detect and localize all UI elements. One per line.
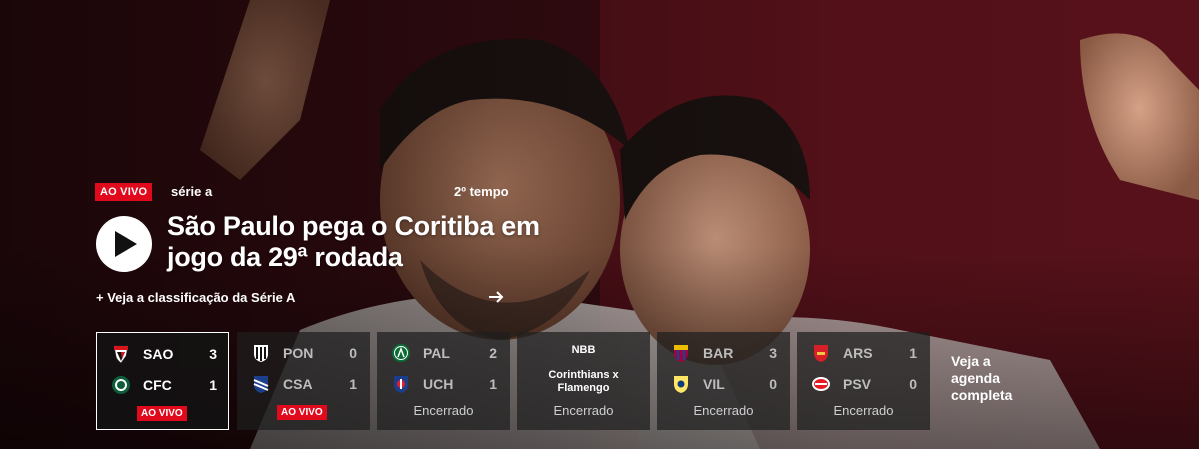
full-schedule-link[interactable]: Veja a agenda completa [951,353,1031,404]
coritiba-crest-icon [112,376,130,394]
match-title: Corinthians x Flamengo [548,369,619,394]
live-status-badge: AO VIVO [277,405,327,420]
team-row-home: ARS 1 [811,343,917,363]
barcelona-crest-icon [674,345,688,362]
live-status-badge: AO VIVO [137,406,187,421]
scoreboard-card[interactable]: BAR 3 VIL 0 Encerrado [657,332,790,430]
psv-crest-icon [812,377,830,391]
league-label: NBB [571,344,596,356]
competition-label: série a [171,184,213,199]
arrow-right-icon[interactable] [488,290,504,304]
sao-paulo-crest-icon [113,345,129,364]
team-abbr: PSV [843,376,872,392]
scoreboard-card[interactable]: ARS 1 PSV 0 Encerrado [797,332,930,430]
team-score: 1 [349,376,357,392]
team-row-away: UCH 1 [391,374,497,394]
team-abbr: CFC [143,377,172,393]
team-score: 1 [909,345,917,361]
team-abbr: CSA [283,376,313,392]
scoreboard-card[interactable]: NBB Corinthians x Flamengo Encerrado [517,332,650,430]
team-row-away: CFC 1 [111,375,217,395]
play-button[interactable] [96,216,152,272]
universidad-de-chile-crest-icon [394,376,408,393]
headline[interactable]: São Paulo pega o Coritiba em jogo da 29ª… [167,211,547,273]
team-score: 3 [769,345,777,361]
match-status: Encerrado [413,403,474,418]
team-abbr: SAO [143,346,174,362]
team-abbr: PAL [423,345,450,361]
team-row-away: CSA 1 [251,374,357,394]
team-row-home: BAR 3 [671,343,777,363]
team-abbr: VIL [703,376,725,392]
team-score: 1 [489,376,497,392]
play-icon [115,231,137,257]
team-row-home: SAO 3 [111,344,217,364]
team-score: 0 [909,376,917,392]
team-abbr: ARS [843,345,873,361]
standings-link-text[interactable]: + Veja a classificação da Série A [96,290,295,305]
team-abbr: PON [283,345,314,361]
team-score: 2 [489,345,497,361]
team-score: 0 [769,376,777,392]
ponte-preta-crest-icon [254,345,268,362]
scoreboard-card[interactable]: PAL 2 UCH 1 Encerrado [377,332,510,430]
match-period: 2º tempo [454,184,509,199]
match-status: Encerrado [833,403,894,418]
team-row-home: PAL 2 [391,343,497,363]
team-score: 1 [209,377,217,393]
match-status: Encerrado [693,403,754,418]
team-row-away: PSV 0 [811,374,917,394]
arsenal-crest-icon [814,345,828,362]
match-status: Encerrado [553,403,614,418]
team-row-away: VIL 0 [671,374,777,394]
hero-banner[interactable]: AO VIVO série a 2º tempo São Paulo pega … [0,0,1199,449]
team-score: 3 [209,346,217,362]
csa-crest-icon [253,376,269,393]
scoreboard-card[interactable]: PON 0 CSA 1 AO VIVO [237,332,370,430]
villarreal-crest-icon [674,376,688,393]
team-abbr: BAR [703,345,734,361]
team-score: 0 [349,345,357,361]
palmeiras-crest-icon [392,344,410,362]
standings-link[interactable]: + Veja a classificação da Série A [96,289,506,309]
team-row-home: PON 0 [251,343,357,363]
team-abbr: UCH [423,376,454,392]
live-badge: AO VIVO [95,183,153,201]
scoreboard-card[interactable]: SAO 3 CFC 1 AO VIVO [96,332,229,430]
